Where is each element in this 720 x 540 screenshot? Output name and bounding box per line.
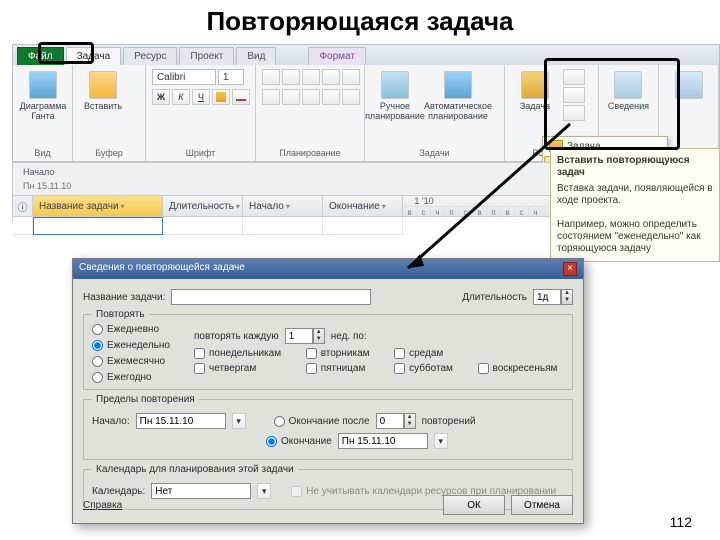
- repeat-group: Повторять Ежедневно Еженедельно Ежемесяч…: [83, 309, 573, 390]
- task-name-input[interactable]: [171, 289, 371, 305]
- info-button[interactable]: Сведения: [605, 69, 652, 113]
- chk-wed[interactable]: средам: [394, 348, 459, 359]
- group-view-label: Вид: [19, 146, 66, 160]
- repeat-every-label: повторять каждую: [194, 331, 279, 342]
- sched-btn-10[interactable]: [342, 89, 360, 105]
- col-end[interactable]: Окончание▾: [323, 196, 403, 216]
- col-start[interactable]: Начало▾: [243, 196, 323, 216]
- paste-button[interactable]: Вставить: [79, 69, 127, 113]
- radio-weekly[interactable]: Еженедельно: [92, 340, 184, 351]
- chk-fri[interactable]: пятницам: [306, 363, 376, 374]
- sched-btn-3[interactable]: [302, 69, 320, 85]
- gantt-icon: [29, 71, 57, 99]
- week-suffix-label: нед. по:: [331, 331, 367, 342]
- ribbon-tabs: Файл Задача Ресурс Проект Вид Формат: [13, 45, 719, 65]
- chk-thu[interactable]: четвергам: [194, 363, 288, 374]
- group-schedule-label: Планирование: [262, 146, 358, 160]
- sched-btn-1[interactable]: [262, 69, 280, 85]
- limits-group: Пределы повторения Начало: ▾ Окончание п…: [83, 394, 573, 460]
- manual-sched-button[interactable]: Ручное планирование: [371, 69, 419, 123]
- group-clipboard-label: Буфер обмена: [79, 146, 139, 160]
- duration-spinner[interactable]: ▲▼: [561, 289, 573, 305]
- radio-end-after[interactable]: Окончание после: [274, 416, 370, 427]
- tab-resource[interactable]: Ресурс: [123, 47, 177, 65]
- ins-btn-2[interactable]: [563, 87, 585, 103]
- pin-icon: [381, 71, 409, 99]
- limit-start-label: Начало:: [92, 416, 130, 427]
- folder-icon: [521, 71, 549, 99]
- chk-sat[interactable]: субботам: [394, 363, 459, 374]
- edit-button[interactable]: [665, 69, 712, 101]
- limit-start-input[interactable]: [136, 413, 226, 429]
- edit-icon: [675, 71, 703, 99]
- task-name-label: Название задачи:: [83, 292, 165, 303]
- bold-button[interactable]: Ж: [152, 89, 170, 105]
- recurring-task-dialog: Сведения о повторяющейся задаче × Назван…: [72, 258, 584, 524]
- chk-sun[interactable]: воскресеньям: [478, 363, 564, 374]
- sched-btn-6[interactable]: [262, 89, 280, 105]
- radio-yearly[interactable]: Ежегодно: [92, 372, 184, 383]
- fill-color-button[interactable]: [212, 89, 230, 105]
- calendar-select[interactable]: [151, 483, 251, 499]
- radio-end-by[interactable]: Окончание: [266, 436, 332, 447]
- calendar-label: Календарь:: [92, 486, 145, 497]
- dialog-titlebar: Сведения о повторяющейся задаче ×: [73, 259, 583, 279]
- font-size-select[interactable]: [218, 69, 244, 85]
- sched-btn-7[interactable]: [282, 89, 300, 105]
- close-button[interactable]: ×: [563, 262, 577, 276]
- duration-label: Длительность: [462, 292, 527, 303]
- paste-icon: [89, 71, 117, 99]
- chk-mon[interactable]: понедельникам: [194, 348, 288, 359]
- ins-btn-3[interactable]: [563, 105, 585, 121]
- help-link[interactable]: Справка: [83, 500, 122, 511]
- chk-tue[interactable]: вторникам: [306, 348, 376, 359]
- radio-monthly[interactable]: Ежемесячно: [92, 356, 184, 367]
- bucket-icon: [216, 92, 226, 102]
- ins-btn-1[interactable]: [563, 69, 585, 85]
- reps-label: повторений: [422, 416, 476, 427]
- tab-format[interactable]: Формат: [308, 47, 366, 65]
- col-indicator[interactable]: ⓘ: [13, 196, 33, 216]
- group-font-label: Шрифт: [152, 146, 249, 160]
- end-after-spinner[interactable]: ▲▼: [404, 413, 416, 429]
- col-name[interactable]: Название задачи▾: [33, 196, 163, 216]
- sched-btn-4[interactable]: [322, 69, 340, 85]
- page-number: 112: [670, 514, 692, 530]
- cancel-button[interactable]: Отмена: [511, 495, 573, 515]
- auto-icon: [444, 71, 472, 99]
- col-duration[interactable]: Длительность▾: [163, 196, 243, 216]
- tab-view[interactable]: Вид: [236, 47, 276, 65]
- tab-task[interactable]: Задача: [66, 47, 122, 65]
- end-by-dd[interactable]: ▾: [434, 433, 448, 449]
- ok-button[interactable]: ОК: [443, 495, 505, 515]
- radio-daily[interactable]: Ежедневно: [92, 324, 184, 335]
- sched-btn-5[interactable]: [342, 69, 360, 85]
- sched-btn-2[interactable]: [282, 69, 300, 85]
- insert-task-button[interactable]: Задача: [511, 69, 559, 113]
- repeat-every-spinner[interactable]: ▲▼: [313, 328, 325, 344]
- italic-button[interactable]: К: [172, 89, 190, 105]
- limit-start-dd[interactable]: ▾: [232, 413, 246, 429]
- sched-btn-9[interactable]: [322, 89, 340, 105]
- font-color-button[interactable]: [232, 89, 250, 105]
- end-after-input[interactable]: [376, 413, 404, 429]
- underline-button[interactable]: Ч: [192, 89, 210, 105]
- font-name-select[interactable]: [152, 69, 216, 85]
- tab-project[interactable]: Проект: [179, 47, 234, 65]
- auto-sched-button[interactable]: Автоматическое планирование: [423, 69, 493, 123]
- info-icon: [614, 71, 642, 99]
- calendar-dd[interactable]: ▾: [257, 483, 271, 499]
- repeat-every-input[interactable]: [285, 328, 313, 344]
- group-tasks-label: Задачи: [371, 146, 498, 160]
- duration-input[interactable]: [533, 289, 561, 305]
- dialog-title: Сведения о повторяющейся задаче: [79, 262, 245, 276]
- font-color-icon: [236, 99, 246, 101]
- end-by-input[interactable]: [338, 433, 428, 449]
- tooltip: Вставить повторяющуюся задач Вставка зад…: [550, 148, 720, 262]
- slide-title: Повторяющаяся задача: [0, 0, 720, 39]
- sched-btn-8[interactable]: [302, 89, 320, 105]
- gantt-button[interactable]: Диаграмма Ганта: [19, 69, 67, 123]
- tab-file[interactable]: Файл: [17, 47, 64, 65]
